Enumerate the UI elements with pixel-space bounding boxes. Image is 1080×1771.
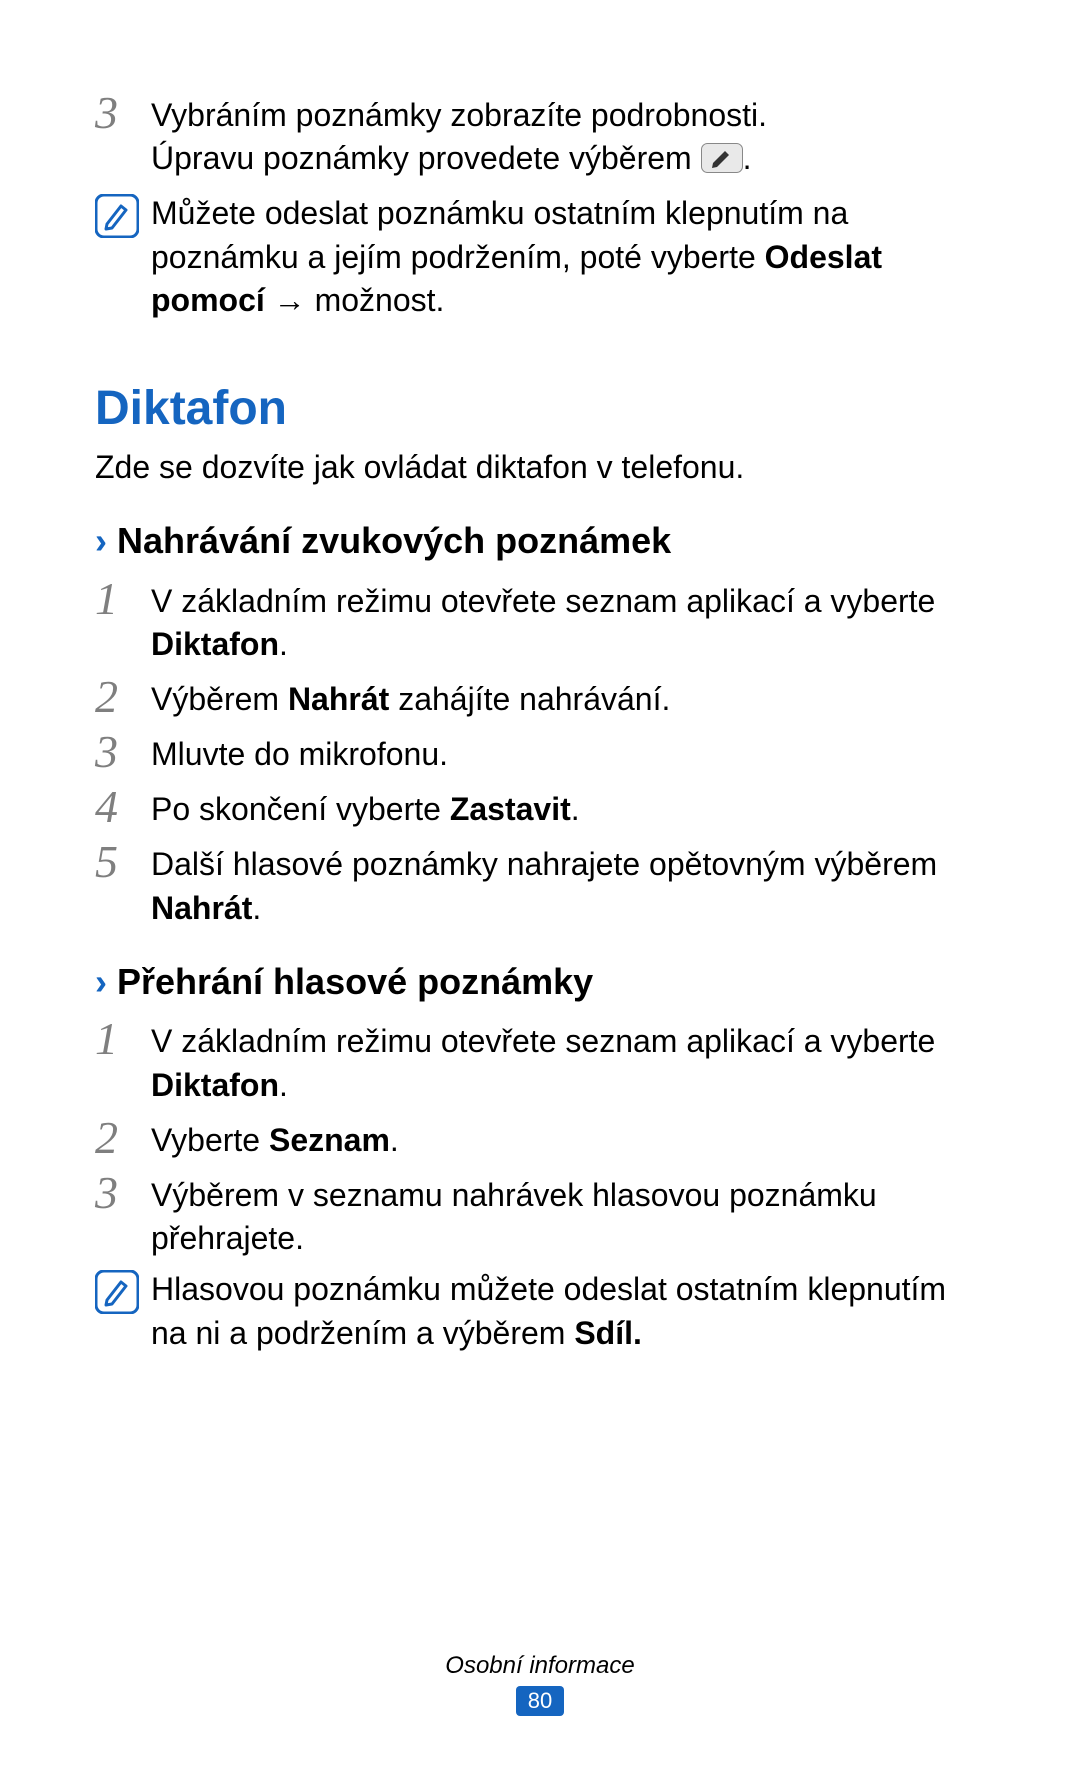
arrow: → <box>265 282 315 318</box>
content: 3 Vybráním poznámky zobrazíte podrobnost… <box>95 90 985 1355</box>
step-number: 3 <box>95 90 151 136</box>
text-bold: Diktafon <box>151 1067 279 1103</box>
section-description: Zde se dozvíte jak ovládat diktafon v te… <box>95 446 985 489</box>
step-row: 2 Vyberte Seznam. <box>95 1115 985 1162</box>
page-number-badge: 80 <box>516 1686 564 1716</box>
text-bold: Nahrát <box>151 890 252 926</box>
step-text: V základním režimu otevřete seznam aplik… <box>151 1016 985 1106</box>
text-bold: Nahrát <box>288 681 389 717</box>
page-footer: Osobní informace 80 <box>0 1652 1080 1716</box>
step-text: Výběrem Nahrát zahájíte nahrávání. <box>151 674 985 721</box>
chevron-icon: › <box>95 517 107 566</box>
text-bold: Sdíl. <box>574 1315 642 1351</box>
text: . <box>252 890 261 926</box>
step-row: 4 Po skončení vyberte Zastavit. <box>95 784 985 831</box>
chevron-icon: › <box>95 958 107 1007</box>
text: možnost. <box>315 282 445 318</box>
note-icon <box>95 192 151 238</box>
text-line-pre: Úpravu poznámky provedete výběrem <box>151 140 701 176</box>
step-text: Další hlasové poznámky nahrajete opětovn… <box>151 839 985 929</box>
step-row: 3 Mluvte do mikrofonu. <box>95 729 985 776</box>
step-row: 2 Výběrem Nahrát zahájíte nahrávání. <box>95 674 985 721</box>
step-row: 1 V základním režimu otevřete seznam apl… <box>95 1016 985 1106</box>
text: Mluvte do mikrofonu. <box>151 736 448 772</box>
text: V základním režimu otevřete seznam aplik… <box>151 1023 935 1059</box>
text: Po skončení vyberte <box>151 791 450 827</box>
step-number: 3 <box>95 1170 151 1216</box>
text: . <box>571 791 580 827</box>
step-text: Mluvte do mikrofonu. <box>151 729 985 776</box>
sub-heading-text: Přehrání hlasové poznámky <box>117 958 593 1007</box>
text-bold: Seznam <box>269 1122 390 1158</box>
step-number: 2 <box>95 1115 151 1161</box>
step-number: 4 <box>95 784 151 830</box>
text: . <box>390 1122 399 1158</box>
tip-text: Hlasovou poznámku můžete odeslat ostatní… <box>151 1268 985 1354</box>
step-row: 3 Výběrem v seznamu nahrávek hlasovou po… <box>95 1170 985 1260</box>
text: Výběrem <box>151 681 288 717</box>
step-number: 2 <box>95 674 151 720</box>
step-number: 1 <box>95 576 151 622</box>
step-text: Po skončení vyberte Zastavit. <box>151 784 985 831</box>
step-text: V základním režimu otevřete seznam aplik… <box>151 576 985 666</box>
text-bold: Zastavit <box>450 791 571 827</box>
step-number: 3 <box>95 729 151 775</box>
step-number: 1 <box>95 1016 151 1062</box>
note-icon <box>95 1268 151 1314</box>
text: . <box>279 626 288 662</box>
tip-row: Můžete odeslat poznámku ostatním klepnut… <box>95 192 985 322</box>
step-text: Vybráním poznámky zobrazíte podrobnosti.… <box>151 90 985 184</box>
section-title: Diktafon <box>95 377 985 442</box>
step-text: Vyberte Seznam. <box>151 1115 985 1162</box>
text-bold: Diktafon <box>151 626 279 662</box>
text: Můžete odeslat poznámku ostatním klepnut… <box>151 195 848 274</box>
step-text: Výběrem v seznamu nahrávek hlasovou pozn… <box>151 1170 985 1260</box>
step-number: 5 <box>95 839 151 885</box>
page: 3 Vybráním poznámky zobrazíte podrobnost… <box>0 0 1080 1771</box>
footer-section-name: Osobní informace <box>0 1652 1080 1680</box>
text: Výběrem v seznamu nahrávek hlasovou pozn… <box>151 1177 877 1256</box>
text: Vyberte <box>151 1122 269 1158</box>
step-row: 3 Vybráním poznámky zobrazíte podrobnost… <box>95 90 985 184</box>
edit-icon <box>701 141 743 184</box>
text: . <box>279 1067 288 1103</box>
text: Další hlasové poznámky nahrajete opětovn… <box>151 846 937 882</box>
text: zahájíte nahrávání. <box>389 681 670 717</box>
text: Hlasovou poznámku můžete odeslat ostatní… <box>151 1271 946 1350</box>
text: V základním režimu otevřete seznam aplik… <box>151 583 935 619</box>
sub-heading-text: Nahrávání zvukových poznámek <box>117 517 671 566</box>
text-line-post: . <box>743 140 752 176</box>
step-row: 1 V základním režimu otevřete seznam apl… <box>95 576 985 666</box>
tip-text: Můžete odeslat poznámku ostatním klepnut… <box>151 192 985 322</box>
tip-row: Hlasovou poznámku můžete odeslat ostatní… <box>95 1268 985 1354</box>
step-row: 5 Další hlasové poznámky nahrajete opěto… <box>95 839 985 929</box>
sub-heading: › Přehrání hlasové poznámky <box>95 958 985 1007</box>
text-line: Vybráním poznámky zobrazíte podrobnosti. <box>151 97 767 133</box>
sub-heading: › Nahrávání zvukových poznámek <box>95 517 985 566</box>
